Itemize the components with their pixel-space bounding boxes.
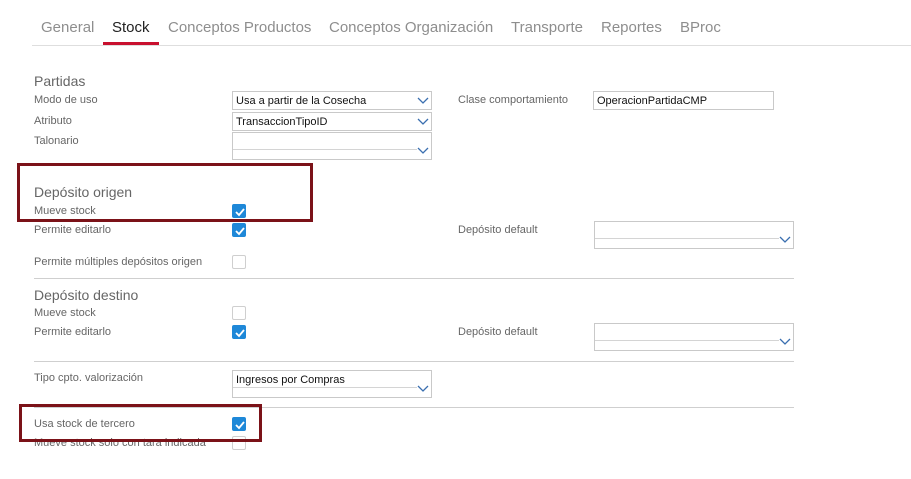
tab-transporte[interactable]: Transporte: [511, 19, 583, 36]
modo-uso-label: Modo de uso: [34, 94, 98, 106]
divider: [34, 361, 794, 362]
clase-comportamiento-input[interactable]: OperacionPartidaCMP: [593, 91, 774, 110]
mueve-stock-tara-label: Mueve stock solo con tara indicada: [34, 437, 206, 449]
usa-stock-tercero-label: Usa stock de tercero: [34, 418, 135, 430]
tipo-valorizacion-select[interactable]: Ingresos por Compras: [232, 370, 432, 398]
chevron-down-icon: [417, 97, 429, 104]
origen-mueve-stock-checkbox[interactable]: [232, 204, 246, 218]
select-underline: [233, 387, 417, 388]
atributo-label: Atributo: [34, 115, 72, 127]
atributo-select[interactable]: TransaccionTipoID: [232, 112, 432, 131]
talonario-select[interactable]: [232, 132, 432, 160]
origen-permite-editarlo-checkbox[interactable]: [232, 223, 246, 237]
tipo-valorizacion-value: Ingresos por Compras: [236, 374, 345, 386]
multiples-depositos-checkbox[interactable]: [232, 255, 246, 269]
section-title-partidas: Partidas: [34, 73, 86, 89]
tab-stock[interactable]: Stock: [112, 19, 150, 36]
active-tab-indicator: [103, 42, 159, 45]
select-underline: [233, 149, 417, 150]
multiples-depositos-label: Permite múltiples depósitos origen: [34, 256, 203, 268]
tab-conceptos-productos[interactable]: Conceptos Productos: [168, 19, 311, 36]
section-title-deposito-destino: Depósito destino: [34, 287, 139, 303]
divider: [34, 278, 794, 279]
atributo-value: TransaccionTipoID: [236, 116, 328, 128]
origen-mueve-stock-label: Mueve stock: [34, 205, 96, 217]
checkmark-icon: [235, 227, 245, 236]
checkmark-icon: [235, 208, 245, 217]
select-underline: [595, 238, 779, 239]
tipo-valorizacion-label: Tipo cpto. valorización: [34, 372, 144, 384]
select-underline: [595, 340, 779, 341]
checkmark-icon: [235, 329, 245, 338]
chevron-down-icon: [417, 385, 429, 392]
usa-stock-tercero-checkbox[interactable]: [232, 417, 246, 431]
checkmark-icon: [235, 421, 245, 430]
tab-bproc[interactable]: BProc: [680, 19, 721, 36]
origen-deposito-default-label: Depósito default: [458, 224, 538, 236]
tab-general[interactable]: General: [41, 19, 94, 36]
tab-conceptos-organizacion[interactable]: Conceptos Organización: [329, 19, 493, 36]
destino-mueve-stock-label: Mueve stock: [34, 307, 96, 319]
origen-permite-editarlo-label: Permite editarlo: [34, 224, 112, 236]
mueve-stock-tara-checkbox[interactable]: [232, 436, 246, 450]
destino-deposito-default-select[interactable]: [594, 323, 794, 351]
modo-uso-value: Usa a partir de la Cosecha: [236, 95, 367, 107]
divider: [34, 407, 794, 408]
talonario-label: Talonario: [34, 135, 79, 147]
origen-deposito-default-select[interactable]: [594, 221, 794, 249]
destino-mueve-stock-checkbox[interactable]: [232, 306, 246, 320]
chevron-down-icon: [417, 118, 429, 125]
chevron-down-icon: [779, 338, 791, 345]
section-title-deposito-origen: Depósito origen: [34, 184, 133, 200]
destino-deposito-default-label: Depósito default: [458, 326, 538, 338]
tab-reportes[interactable]: Reportes: [601, 19, 662, 36]
destino-permite-editarlo-label: Permite editarlo: [34, 326, 112, 338]
clase-comportamiento-label: Clase comportamiento: [458, 94, 569, 106]
destino-permite-editarlo-checkbox[interactable]: [232, 325, 246, 339]
tab-bar-divider: [32, 45, 911, 46]
modo-uso-select[interactable]: Usa a partir de la Cosecha: [232, 91, 432, 110]
chevron-down-icon: [417, 147, 429, 154]
tab-bar: General Stock Conceptos Productos Concep…: [0, 0, 911, 46]
chevron-down-icon: [779, 236, 791, 243]
